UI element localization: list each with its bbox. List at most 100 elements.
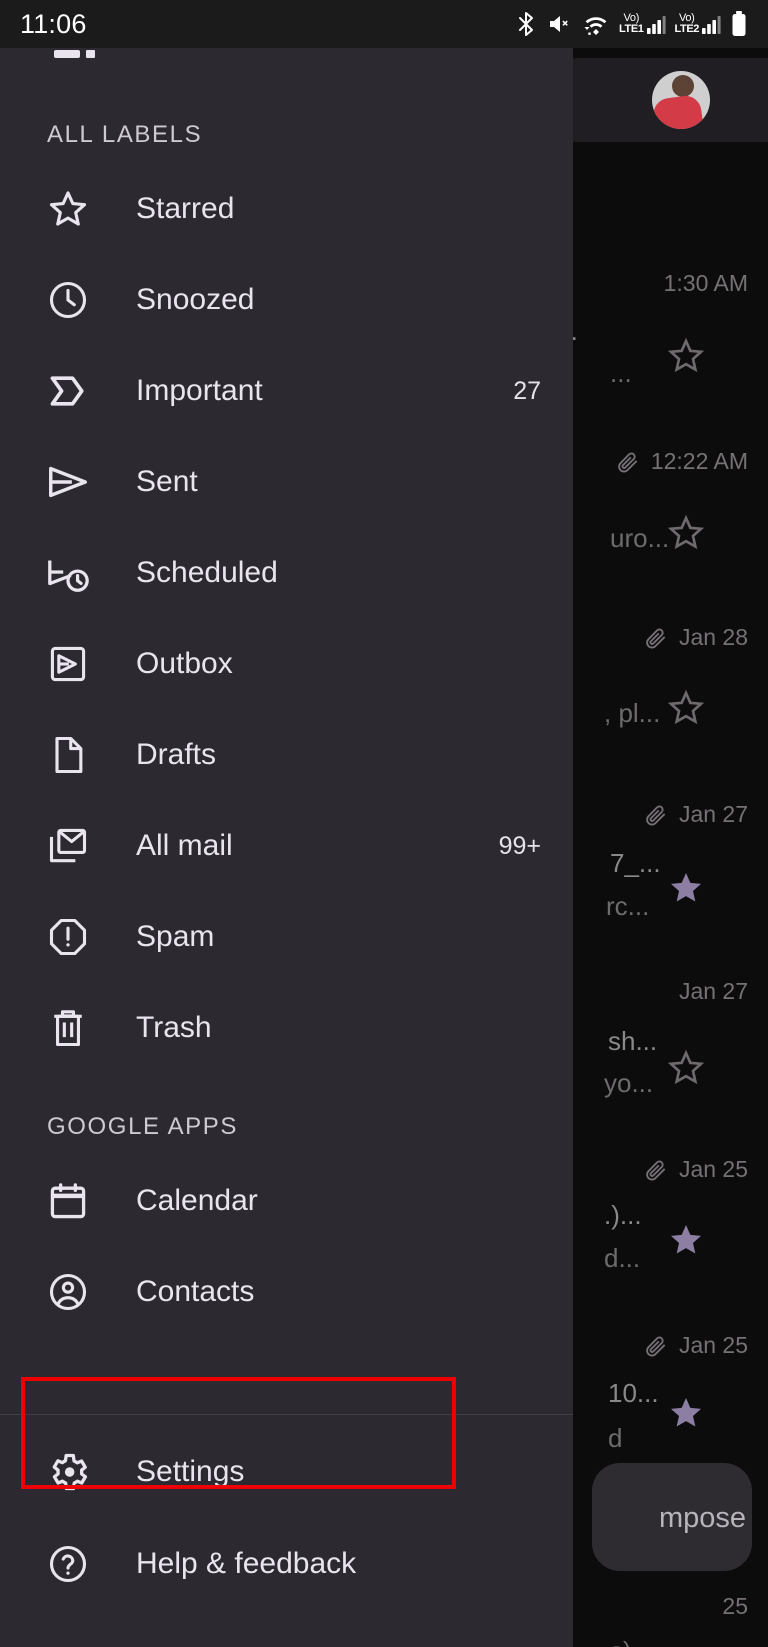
drawer-item-label: Help & feedback <box>136 1547 357 1580</box>
status-bar-clock: 11:06 <box>20 8 87 39</box>
drawer-item-label: Outbox <box>136 647 233 680</box>
star-outline-icon[interactable] <box>666 336 706 376</box>
status-bar: 11:06 Vo) LTE1 Vo) LTE2 <box>0 0 768 48</box>
drawer-item-label: Starred <box>136 192 235 225</box>
drawer-item-label: Drafts <box>136 738 217 771</box>
section-header-google-apps: GOOGLE APPS <box>47 1113 239 1140</box>
volte1-group: Vo) LTE1 <box>619 12 666 35</box>
email-row-timestamp: 25 <box>722 1593 748 1619</box>
drawer-item-important[interactable]: Important 27 <box>0 345 573 437</box>
drawer-item-outbox[interactable]: Outbox <box>0 618 573 710</box>
email-row-snippet-secondary: d... <box>604 1243 641 1273</box>
drawer-item-label: Contacts <box>136 1275 255 1308</box>
email-row-timestamp: 1:30 AM <box>664 270 748 297</box>
wifi-icon <box>582 11 610 37</box>
avatar-body <box>652 93 705 129</box>
drawer-divider <box>0 1414 573 1415</box>
attachment-icon <box>646 1336 666 1356</box>
email-row-snippet-secondary: ... <box>610 358 632 388</box>
scheduled-send-icon <box>44 549 92 597</box>
drawer-item-calendar[interactable]: Calendar <box>0 1155 573 1247</box>
email-row-snippet: .)... <box>604 1200 642 1230</box>
trash-icon <box>44 1004 92 1052</box>
attachment-icon <box>646 805 666 825</box>
volume-mute-icon <box>547 11 573 37</box>
email-row-snippet-secondary: rc... <box>606 891 650 921</box>
volte1-icon: Vo) LTE1 <box>619 12 644 35</box>
email-row-snippet-secondary: uro... <box>610 523 670 553</box>
help-circle-icon <box>44 1540 92 1588</box>
drawer-item-drafts[interactable]: Drafts <box>0 709 573 801</box>
drawer-item-label: Trash <box>136 1011 212 1044</box>
contacts-icon <box>44 1268 92 1316</box>
drawer-item-trash[interactable]: Trash <box>0 982 573 1074</box>
calendar-icon <box>44 1177 92 1225</box>
all-mail-icon <box>44 822 92 870</box>
drawer-item-label: Calendar <box>136 1184 258 1217</box>
email-row-snippet: 7_... <box>610 848 661 878</box>
navigation-drawer: ALL LABELS Starred Snoozed Important 27 <box>0 48 573 1647</box>
phone-screen: 1:30 AM ent... ... 12:22 AM uro... Jan 2… <box>0 0 768 1647</box>
send-icon <box>44 458 92 506</box>
drawer-item-label: Spam <box>136 920 215 953</box>
email-row-snippet: 10... <box>608 1378 659 1408</box>
drawer-item-help-feedback[interactable]: Help & feedback <box>0 1518 573 1610</box>
email-row-timestamp: Jan 25 <box>643 1156 748 1183</box>
email-row-timestamp: Jan 25 <box>643 1332 748 1359</box>
draft-document-icon <box>44 731 92 779</box>
attachment-icon <box>618 452 638 472</box>
star-filled-icon[interactable] <box>666 1393 706 1433</box>
gear-icon <box>44 1448 92 1496</box>
avatar[interactable] <box>652 71 710 129</box>
volte2-icon: Vo) LTE2 <box>674 12 700 35</box>
drawer-item-label: Important <box>136 374 263 407</box>
attachment-icon <box>646 1160 666 1180</box>
drawer-item-scheduled[interactable]: Scheduled <box>0 527 573 619</box>
drawer-item-label: Settings <box>136 1455 245 1488</box>
timestamp-text: 1:30 AM <box>663 270 748 296</box>
drawer-item-count: 27 <box>513 376 541 405</box>
signal-bars-1-icon <box>646 13 666 35</box>
spam-icon <box>44 913 92 961</box>
signal-bars-2-icon <box>701 13 721 35</box>
email-row-snippet-secondary: d <box>608 1423 623 1453</box>
drawer-item-spam[interactable]: Spam <box>0 891 573 983</box>
drawer-item-contacts[interactable]: Contacts <box>0 1246 573 1338</box>
star-filled-icon[interactable] <box>666 868 706 908</box>
email-row-timestamp: Jan 28 <box>643 624 748 651</box>
drawer-item-snoozed[interactable]: Snoozed <box>0 254 573 346</box>
drawer-item-settings[interactable]: Settings <box>0 1426 573 1518</box>
drawer-item-all-mail[interactable]: All mail 99+ <box>0 800 573 892</box>
status-bar-icons: Vo) LTE1 Vo) LTE2 <box>514 10 748 38</box>
drawer-item-sent[interactable]: Sent <box>0 436 573 528</box>
star-outline-icon[interactable] <box>666 688 706 728</box>
drawer-item-label: Snoozed <box>136 283 255 316</box>
star-outline-icon[interactable] <box>666 513 706 553</box>
drawer-item-starred[interactable]: Starred <box>0 163 573 255</box>
compose-button-label: mpose <box>658 1502 746 1534</box>
battery-icon <box>730 10 748 38</box>
volte2-group: Vo) LTE2 <box>675 13 721 35</box>
section-header-all-labels: ALL LABELS <box>47 121 203 148</box>
email-row-snippet: sh... <box>608 1026 658 1056</box>
outbox-icon <box>44 640 92 688</box>
email-row-timestamp: 12:22 AM <box>615 448 748 475</box>
bluetooth-icon <box>514 10 538 38</box>
drawer-item-label: All mail <box>136 829 233 862</box>
important-label-icon <box>44 367 92 415</box>
avatar-hair <box>672 75 694 97</box>
email-row-snippet-secondary: s) <box>610 1636 632 1647</box>
star-outline-icon[interactable] <box>666 1048 706 1088</box>
star-outline-icon <box>44 185 92 233</box>
drawer-item-label: Scheduled <box>136 556 278 589</box>
email-row-snippet-secondary: , pl... <box>604 698 661 728</box>
email-row-snippet-secondary: yo... <box>604 1068 654 1098</box>
drawer-item-label: Sent <box>136 465 198 498</box>
drawer-item-count: 99+ <box>498 831 541 860</box>
attachment-icon <box>646 628 666 648</box>
email-row-timestamp: Jan 27 <box>643 801 748 828</box>
email-row-timestamp: Jan 27 <box>678 978 748 1004</box>
inbox-icon-partial <box>50 48 98 60</box>
clock-icon <box>44 276 92 324</box>
star-filled-icon[interactable] <box>666 1220 706 1260</box>
